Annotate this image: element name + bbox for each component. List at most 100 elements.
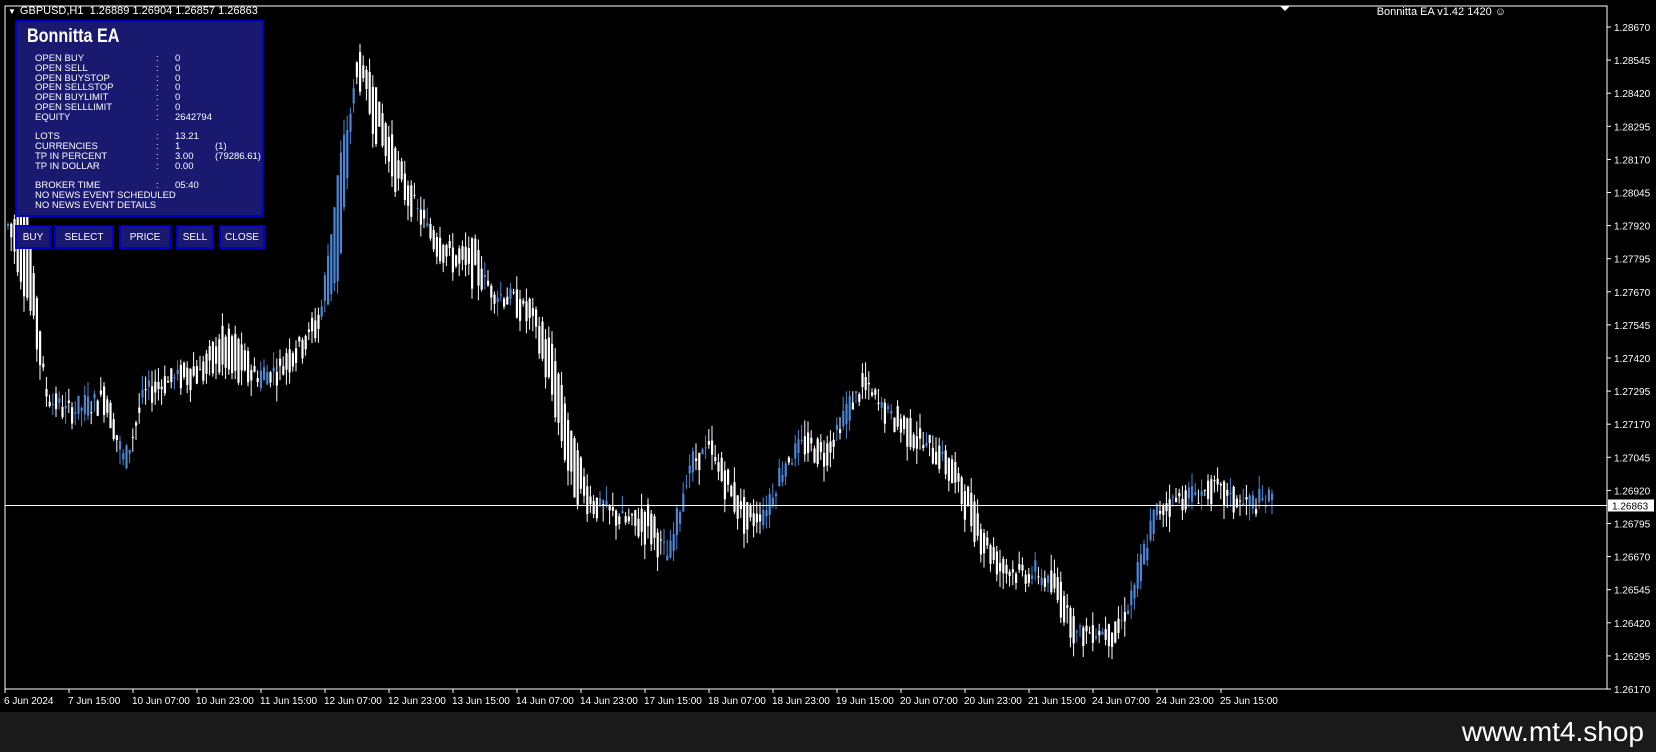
candle-body	[970, 492, 973, 527]
candle-body	[1168, 499, 1171, 517]
candle-body	[179, 365, 182, 389]
candle-body	[903, 416, 906, 430]
candle-body	[803, 436, 806, 455]
candle-body	[1146, 547, 1149, 561]
candle-body	[880, 401, 883, 408]
candle-body	[755, 513, 758, 523]
candle-body	[247, 351, 250, 383]
candle-body	[599, 498, 602, 505]
candle-body	[205, 353, 208, 374]
candle-body	[842, 410, 845, 427]
y-tick-label: 1.26920	[1614, 486, 1651, 497]
candle-body	[115, 435, 118, 440]
candle-body	[1072, 616, 1075, 644]
y-tick-label: 1.26795	[1614, 520, 1651, 531]
candle-body	[749, 505, 752, 518]
candle-body	[355, 62, 358, 78]
dropdown-triangle-icon[interactable]: ▼	[8, 7, 16, 16]
candle-body	[682, 493, 685, 512]
candle-body	[496, 297, 499, 303]
candle-body	[256, 378, 259, 383]
candle-body	[647, 504, 650, 527]
x-tick-label: 11 Jun 15:00	[260, 696, 318, 707]
candle-body	[839, 429, 842, 433]
candle-body	[711, 440, 714, 455]
candle-body	[42, 363, 45, 368]
candle-body	[183, 362, 186, 378]
candle-body	[519, 299, 522, 321]
y-tick-label: 1.28545	[1614, 56, 1651, 67]
candle-body	[304, 335, 307, 350]
watermark: www.mt4.shop	[1461, 716, 1644, 747]
x-tick-label: 17 Jun 15:00	[644, 696, 702, 707]
candle-body	[701, 449, 704, 455]
candle-body	[579, 457, 582, 489]
chart-quotes: 1.26889 1.26904 1.26857 1.26863	[89, 5, 258, 17]
candle-body	[461, 246, 464, 260]
candle-body	[730, 485, 733, 497]
candle-body	[397, 160, 400, 179]
candle-body	[314, 320, 317, 339]
candle-body	[170, 368, 173, 383]
candle-body	[1251, 495, 1254, 509]
candle-body	[499, 294, 502, 296]
candle-body	[951, 459, 954, 484]
candle-body	[403, 173, 406, 200]
buy-button[interactable]: BUY	[15, 225, 51, 249]
candle-body	[819, 442, 822, 452]
x-tick-label: 21 Jun 15:00	[1028, 696, 1086, 707]
candle-body	[80, 407, 83, 411]
y-tick-label: 1.27295	[1614, 387, 1651, 398]
candle-body	[919, 428, 922, 439]
sell-button[interactable]: SELL	[176, 225, 214, 249]
candle-body	[99, 390, 102, 395]
x-tick-label: 18 Jun 07:00	[708, 696, 766, 707]
smiley-icon: ☺	[1494, 6, 1506, 18]
chart-header: ▼ GBPUSD,H1 1.26889 1.26904 1.26857 1.268…	[8, 5, 258, 17]
candle-body	[925, 442, 928, 446]
candle-body	[279, 358, 282, 366]
candle-body	[39, 331, 42, 366]
close-button[interactable]: CLOSE	[219, 225, 265, 249]
candle-body	[186, 367, 189, 385]
candle-body	[163, 376, 166, 394]
candle-body	[1104, 629, 1107, 640]
candle-body	[29, 239, 32, 311]
x-tick-label: 10 Jun 07:00	[132, 696, 190, 707]
candle-body	[365, 69, 368, 89]
candle-body	[1200, 491, 1203, 496]
candle-body	[1197, 502, 1200, 504]
select-button[interactable]: SELECT	[54, 225, 114, 249]
candle-body	[480, 268, 483, 290]
y-tick-label: 1.26170	[1614, 685, 1651, 696]
candle-body	[202, 361, 205, 381]
candle-body	[160, 386, 163, 390]
candle-body	[1213, 480, 1216, 482]
candle-body	[663, 541, 666, 543]
candle-body	[634, 510, 637, 526]
price-button[interactable]: PRICE	[119, 225, 171, 249]
candle-body	[1037, 576, 1040, 578]
candle-body	[64, 405, 67, 409]
candle-body	[416, 207, 419, 209]
candle-body	[1203, 489, 1206, 491]
candle-body	[83, 394, 86, 414]
x-tick-label: 12 Jun 07:00	[324, 696, 382, 707]
candle-body	[1011, 569, 1014, 573]
candle-body	[835, 425, 838, 430]
candle-body	[1005, 564, 1008, 574]
candle-body	[826, 443, 829, 466]
y-tick-label: 1.26420	[1614, 619, 1651, 630]
candle-body	[928, 434, 931, 444]
candle-body	[675, 508, 678, 536]
candle-body	[93, 393, 96, 399]
candle-body	[570, 430, 573, 472]
candle-body	[957, 473, 960, 482]
candle-body	[1107, 624, 1110, 647]
panel-row-colon: :	[156, 112, 159, 123]
chart-shift-marker-icon[interactable]	[1280, 6, 1290, 11]
candle-body	[986, 537, 989, 546]
candle-body	[535, 309, 538, 327]
candle-body	[1075, 631, 1078, 633]
candle-body	[1133, 584, 1136, 599]
